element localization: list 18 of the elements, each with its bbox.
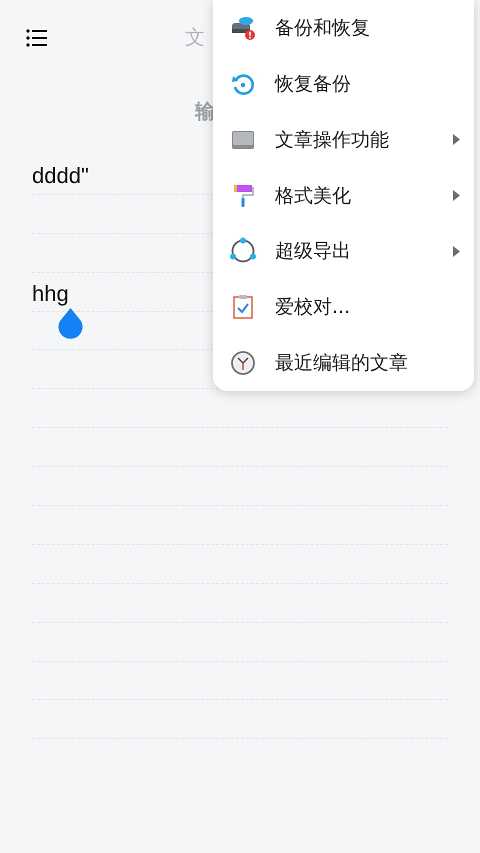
clock-icon <box>230 350 256 376</box>
ctrl-key-icon <box>231 128 255 151</box>
cursor-handle[interactable] <box>57 308 84 341</box>
drive-cloud-icon <box>230 14 256 41</box>
menu-item[interactable]: 格式美化 <box>213 168 474 224</box>
menu-item[interactable]: 超级导出 <box>213 223 474 280</box>
paint-roller-icon <box>232 182 254 208</box>
clipboard-check-icon <box>232 294 254 320</box>
menu-item[interactable]: 备份和恢复 <box>213 0 474 56</box>
menu-item[interactable]: 文章操作功能 <box>213 112 474 168</box>
title-input-hint: 输 <box>195 98 215 125</box>
menu-icon[interactable] <box>26 28 48 48</box>
menu-item[interactable]: 最近编辑的文章 <box>213 335 474 392</box>
share-nodes-icon <box>229 237 257 266</box>
document-title: 文 <box>185 24 205 51</box>
menu-item[interactable]: 爱校对... <box>213 279 474 336</box>
editor-text[interactable]: dddd" hhg <box>32 156 89 314</box>
menu-item[interactable]: 恢复备份 <box>213 56 474 112</box>
